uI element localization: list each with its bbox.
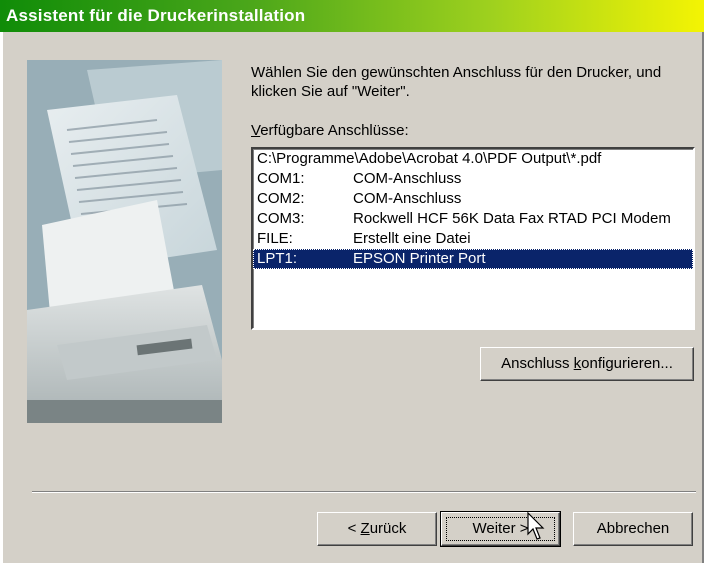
window-left-edge: [0, 32, 3, 563]
port-row-pdf[interactable]: C:\Programme\Adobe\Acrobat 4.0\PDF Outpu…: [253, 149, 693, 169]
port-row-com1[interactable]: COM1: COM-Anschluss: [253, 169, 693, 189]
cancel-button[interactable]: Abbrechen: [573, 512, 693, 546]
port-row-file[interactable]: FILE: Erstellt eine Datei: [253, 229, 693, 249]
printer-illustration-graphic: [27, 60, 222, 423]
ports-label: Verfügbare Anschlüsse:: [251, 122, 409, 139]
port-row-com2[interactable]: COM2: COM-Anschluss: [253, 189, 693, 209]
configure-port-button[interactable]: Anschluss konfigurieren...: [480, 347, 694, 381]
title-bar: Assistent für die Druckerinstallation: [0, 0, 704, 32]
ports-listbox[interactable]: C:\Programme\Adobe\Acrobat 4.0\PDF Outpu…: [251, 147, 695, 330]
intro-text: Wählen Sie den gewünschten Anschluss für…: [251, 64, 662, 100]
port-row-lpt1[interactable]: LPT1: EPSON Printer Port: [253, 249, 693, 269]
port-row-com3[interactable]: COM3: Rockwell HCF 56K Data Fax RTAD PCI …: [253, 209, 693, 229]
mouse-cursor-icon: [527, 512, 545, 540]
window-title: Assistent für die Druckerinstallation: [6, 6, 306, 25]
back-button[interactable]: < Zurück: [317, 512, 437, 546]
printer-illustration: [27, 60, 222, 423]
